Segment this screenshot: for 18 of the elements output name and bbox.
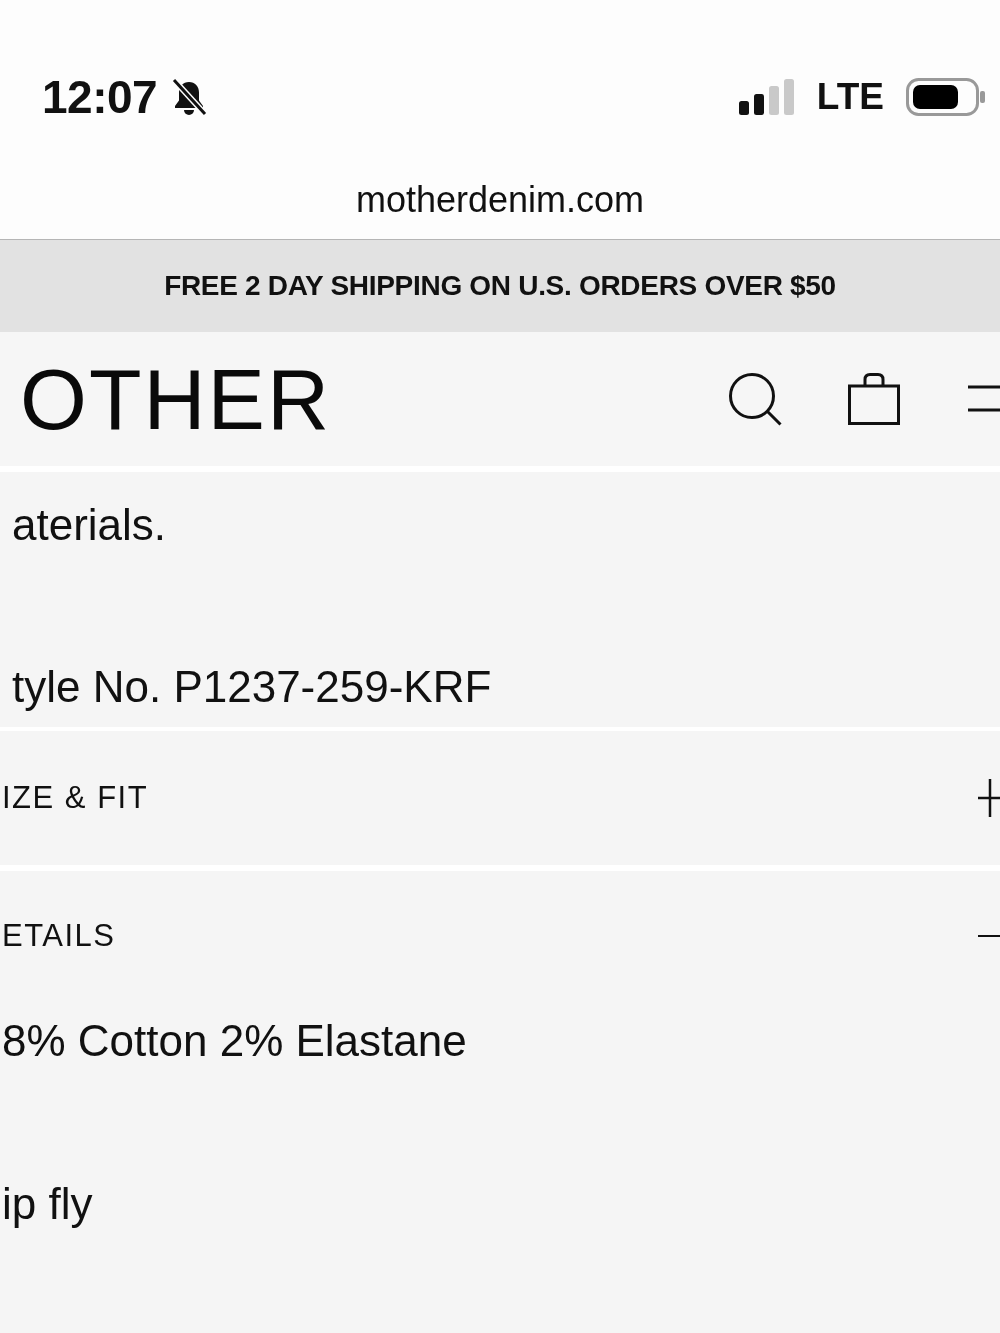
- shopping-bag-icon[interactable]: [848, 373, 900, 425]
- signal-icon: [738, 79, 795, 115]
- search-icon[interactable]: [728, 372, 782, 426]
- plus-icon: [978, 779, 1000, 817]
- status-time: 12:07: [42, 70, 158, 124]
- minus-icon: [978, 934, 1000, 938]
- accordion-header[interactable]: ETAILS: [0, 871, 1000, 1001]
- battery-icon: [906, 78, 986, 116]
- logo-wordmark[interactable]: OTHER: [20, 356, 331, 442]
- accordion-header[interactable]: IZE & FIT: [0, 731, 1000, 865]
- network-label: LTE: [816, 75, 884, 119]
- address-url[interactable]: motherdenim.com: [355, 179, 645, 220]
- menu-icon[interactable]: [968, 384, 1000, 414]
- detail-text: ip fly: [2, 1178, 94, 1230]
- detail-text: 8% Cotton 2% Elastane: [2, 1015, 468, 1067]
- body-text: aterials.: [12, 499, 168, 551]
- promo-text: FREE 2 DAY SHIPPING ON U.S. ORDERS OVER $50: [164, 269, 836, 303]
- body-text: tyle No. P1237-259-KRF: [12, 661, 493, 713]
